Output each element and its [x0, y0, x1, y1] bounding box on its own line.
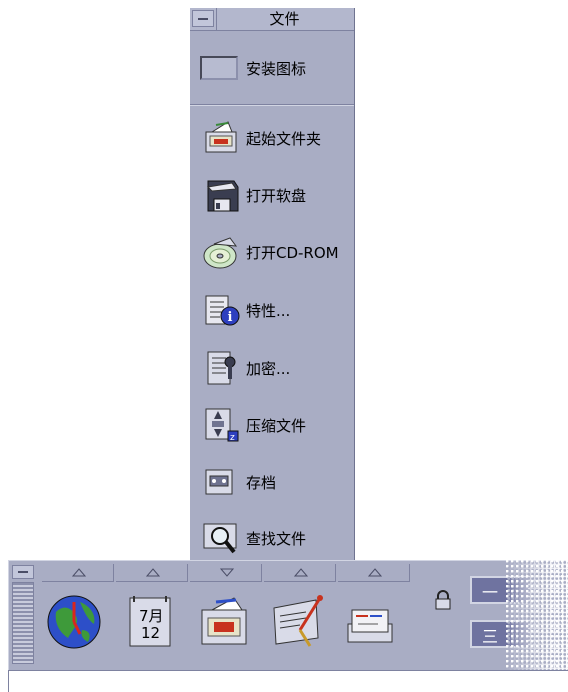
- subpanel-item-label: 查找文件: [246, 530, 307, 548]
- subpanel-item-open-cdrom[interactable]: 打开CD-ROM: [190, 230, 354, 274]
- svg-text:z: z: [230, 433, 235, 443]
- workspace-label: 三: [482, 627, 499, 646]
- down-arrow-icon: [220, 568, 234, 577]
- up-arrow-icon: [294, 568, 308, 577]
- subpanel-item-encrypt[interactable]: 加密...: [190, 346, 354, 390]
- mail-tray-icon: [347, 609, 393, 643]
- mail-button[interactable]: [342, 594, 398, 650]
- front-panel-bottom-strip: [8, 670, 568, 692]
- file-manager-button[interactable]: [198, 594, 254, 650]
- subpanel-arrow-mail[interactable]: [338, 564, 410, 582]
- subpanel-divider: [190, 104, 354, 106]
- subpanel-arrow-editor[interactable]: [264, 564, 336, 582]
- properties-icon: i: [205, 295, 240, 326]
- archive-icon: [205, 469, 233, 495]
- subpanel-title: 文件: [216, 8, 352, 30]
- subpanel-arrow-clock[interactable]: [42, 564, 114, 582]
- home-folder-icon: [205, 121, 237, 153]
- front-panel: 7月 12 一 三: [8, 560, 568, 670]
- up-arrow-icon: [368, 568, 382, 577]
- front-panel-minimize-button[interactable]: [12, 565, 34, 579]
- file-manager-icon: [201, 597, 247, 645]
- subpanel-item-label: 起始文件夹: [246, 130, 322, 148]
- compress-icon: z: [205, 408, 239, 443]
- subpanel-item-properties[interactable]: i 特性...: [190, 288, 354, 332]
- subpanel-item-home-folder[interactable]: 起始文件夹: [190, 116, 354, 160]
- workspace-label: 一: [482, 583, 499, 602]
- subpanel-arrow-files[interactable]: [190, 564, 262, 582]
- install-icon-slot[interactable]: [200, 56, 238, 80]
- install-icon-dropzone[interactable]: 安装图标: [190, 46, 354, 90]
- front-panel-drag-handle[interactable]: [12, 582, 34, 664]
- cdrom-icon: [203, 237, 238, 269]
- floppy-icon: [206, 180, 239, 212]
- subpanel-item-archive[interactable]: 存档: [190, 460, 354, 504]
- text-editor-icon: [273, 595, 323, 647]
- subpanel-item-compress[interactable]: z 压缩文件: [190, 403, 354, 447]
- subpanel-item-open-floppy[interactable]: 打开软盘: [190, 173, 354, 217]
- lock-icon[interactable]: [434, 590, 452, 610]
- find-file-icon: [203, 523, 237, 554]
- subpanel-arrow-calendar[interactable]: [116, 564, 188, 582]
- subpanel-item-label: 压缩文件: [246, 417, 307, 435]
- calendar-month: 7月: [139, 607, 164, 625]
- subpanel-item-label: 打开软盘: [246, 187, 307, 205]
- encrypt-icon: [207, 351, 236, 385]
- svg-text:i: i: [228, 310, 233, 325]
- subpanel-minimize-button[interactable]: [192, 10, 214, 27]
- subpanel-title-bar: 文件: [190, 8, 354, 31]
- subpanel-item-label: 存档: [246, 474, 277, 492]
- up-arrow-icon: [72, 568, 86, 577]
- install-icon-label: 安装图标: [246, 60, 307, 78]
- files-subpanel: 文件 安装图标 起始文件夹 打开软盘 打开CD-ROM i 特性... 加密..…: [190, 8, 355, 560]
- subpanel-item-label: 打开CD-ROM: [246, 244, 339, 262]
- clock-button[interactable]: [46, 594, 102, 650]
- text-editor-button[interactable]: [270, 594, 326, 650]
- subpanel-item-label: 特性...: [246, 302, 291, 320]
- subpanel-item-find-file[interactable]: 查找文件: [190, 516, 354, 560]
- calendar-button[interactable]: 7月 12: [124, 594, 180, 650]
- calendar-day: 12: [141, 624, 161, 642]
- up-arrow-icon: [146, 568, 160, 577]
- subpanel-item-label: 加密...: [246, 360, 291, 378]
- globe-clock-icon: [47, 595, 101, 649]
- dither-edge: [506, 560, 568, 670]
